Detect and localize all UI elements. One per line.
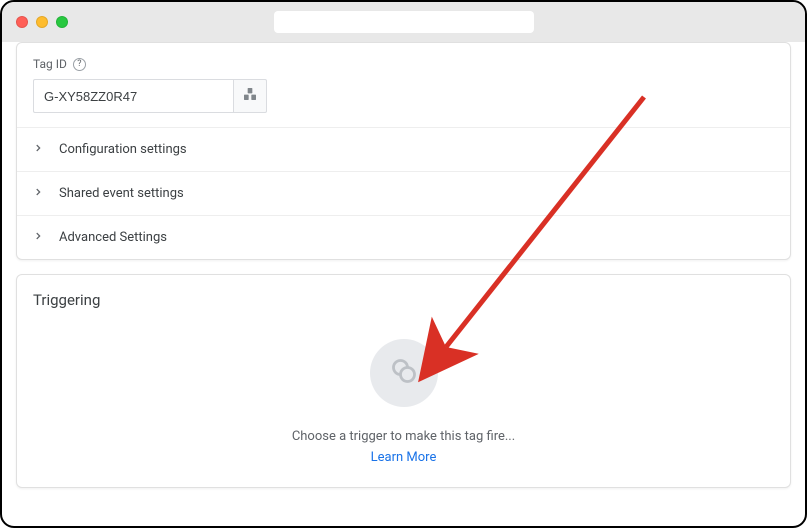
window-zoom-button[interactable] <box>56 16 68 28</box>
triggering-card: Triggering Choose a trigger to make this… <box>16 274 791 488</box>
configuration-settings-row[interactable]: Configuration settings <box>17 127 790 171</box>
traffic-lights <box>16 16 68 28</box>
triggering-empty-state: Choose a trigger to make this tag fire..… <box>17 313 790 487</box>
tag-id-input[interactable] <box>33 79 233 113</box>
page-content: Tag ID ? Configuration settings <box>2 42 805 502</box>
window-titlebar <box>2 2 805 42</box>
trigger-icon <box>390 357 418 389</box>
browser-window: Tag ID ? Configuration settings <box>0 0 807 528</box>
advanced-settings-row[interactable]: Advanced Settings <box>17 215 790 259</box>
chevron-right-icon <box>33 230 43 245</box>
learn-more-link[interactable]: Learn More <box>371 450 437 465</box>
choose-trigger-button[interactable] <box>370 339 438 407</box>
advanced-settings-label: Advanced Settings <box>59 230 167 245</box>
variable-picker-button[interactable] <box>233 79 267 113</box>
chevron-right-icon <box>33 186 43 201</box>
trigger-prompt-text: Choose a trigger to make this tag fire..… <box>292 429 515 444</box>
window-close-button[interactable] <box>16 16 28 28</box>
chevron-right-icon <box>33 142 43 157</box>
address-bar[interactable] <box>274 11 534 33</box>
building-block-icon <box>242 86 258 106</box>
configuration-settings-label: Configuration settings <box>59 142 187 157</box>
tag-id-label: Tag ID <box>33 57 67 71</box>
window-minimize-button[interactable] <box>36 16 48 28</box>
tag-config-card: Tag ID ? Configuration settings <box>16 42 791 260</box>
shared-event-settings-row[interactable]: Shared event settings <box>17 171 790 215</box>
help-icon[interactable]: ? <box>73 58 86 71</box>
shared-event-settings-label: Shared event settings <box>59 186 184 201</box>
triggering-title: Triggering <box>17 275 790 313</box>
